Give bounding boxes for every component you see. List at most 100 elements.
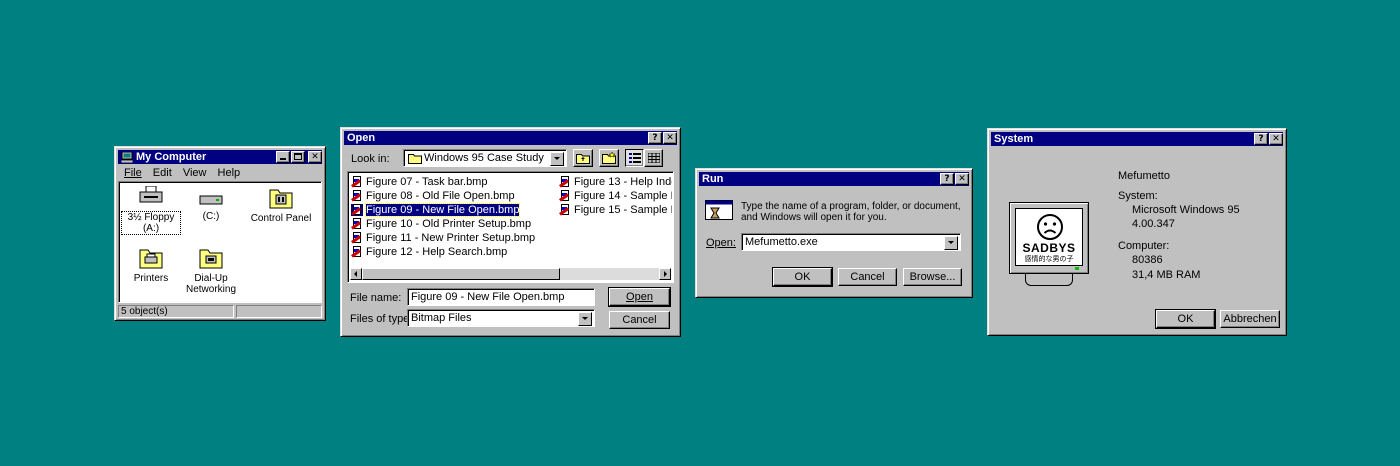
item-label: (C:) [202, 211, 220, 222]
bitmap-file-icon [559, 204, 571, 216]
cpu-type: 80386 [1132, 254, 1163, 266]
minimize-button[interactable] [276, 151, 290, 163]
list-item[interactable]: Figure 10 - Old Printer Setup.bmp [351, 218, 531, 230]
item-label: Control Panel [250, 213, 312, 224]
second-column-clip: Figure 13 - Help Index.bmp Figure 14 - S… [559, 172, 672, 264]
run-titlebar[interactable]: Run ? ✕ [699, 172, 969, 186]
maximize-button[interactable] [291, 151, 305, 163]
logo-subtext: 感情的な男の子 [1024, 255, 1074, 263]
browse-button[interactable]: Browse... [903, 268, 962, 286]
desktop-item-floppy[interactable]: 3½ Floppy (A:) [121, 185, 181, 235]
run-icon [705, 200, 733, 220]
cancel-button[interactable]: Abbrechen [1220, 310, 1280, 328]
open-dialog: Open ? ✕ Look in: Windows 95 Case Study … [340, 127, 681, 337]
icon-view-area: 3½ Floppy (A:) (C:) Control Panel Printe… [118, 181, 322, 303]
list-view-button[interactable] [625, 149, 644, 167]
list-item-selected[interactable]: Figure 09 - New File Open.bmp [351, 203, 521, 217]
help-button[interactable]: ? [1254, 133, 1268, 145]
system-version: 4.00.347 [1132, 218, 1175, 230]
status-text: 5 object(s) [121, 306, 168, 317]
help-button[interactable]: ? [940, 173, 954, 185]
my-computer-titlebar[interactable]: My Computer ✕ [118, 150, 322, 164]
chevron-down-icon[interactable] [944, 236, 958, 250]
list-item[interactable]: Figure 14 - Sample Databa [559, 190, 672, 202]
system-name: Microsoft Windows 95 [1132, 204, 1240, 216]
file-name-label: File name: [350, 292, 402, 304]
status-bar: 5 object(s) [118, 305, 234, 318]
help-button[interactable]: ? [648, 132, 662, 144]
ok-button[interactable]: OK [1155, 309, 1216, 329]
scroll-thumb[interactable] [362, 268, 560, 280]
desktop-item-printers[interactable]: Printers [121, 244, 181, 284]
item-label: Dial-Up Networking [185, 273, 237, 295]
folder-icon [408, 154, 422, 164]
list-item[interactable]: Figure 13 - Help Index.bmp [559, 176, 672, 188]
computer-icon [121, 151, 133, 163]
menu-help[interactable]: Help [218, 167, 241, 179]
window-title: Run [702, 173, 724, 185]
look-in-label: Look in: [351, 153, 390, 165]
close-button[interactable]: ✕ [955, 173, 969, 185]
close-button[interactable]: ✕ [308, 151, 322, 163]
bitmap-file-icon [351, 232, 363, 244]
scroll-left-button[interactable] [350, 268, 362, 280]
list-item[interactable]: Figure 07 - Task bar.bmp [351, 176, 487, 188]
file-list: Figure 07 - Task bar.bmp Figure 08 - Old… [347, 171, 674, 283]
system-titlebar[interactable]: System ? ✕ [991, 132, 1283, 146]
desktop-item-c-drive[interactable]: (C:) [181, 190, 241, 222]
desktop-item-dialup[interactable]: Dial-Up Networking [181, 244, 241, 295]
list-item[interactable]: Figure 11 - New Printer Setup.bmp [351, 232, 535, 244]
scroll-right-button[interactable] [659, 268, 671, 280]
close-button[interactable]: ✕ [663, 132, 677, 144]
folder-up-icon [576, 154, 590, 164]
system-logo: SADBYS 感情的な男の子 [1009, 202, 1089, 292]
open-titlebar[interactable]: Open ? ✕ [344, 131, 677, 145]
floppy-drive-icon [139, 185, 163, 203]
cancel-button[interactable]: Cancel [838, 268, 897, 286]
new-folder-button[interactable] [599, 149, 619, 167]
list-view-icon [628, 153, 641, 163]
window-title: System [994, 133, 1034, 145]
chevron-down-icon[interactable] [550, 152, 564, 166]
ok-button[interactable]: OK [772, 267, 833, 287]
bitmap-file-icon [351, 204, 363, 216]
run-dialog: Run ? ✕ Type the name of a program, fold… [695, 168, 973, 298]
list-item[interactable]: Figure 12 - Help Search.bmp [351, 246, 507, 258]
computer-label: Computer: [1118, 240, 1170, 252]
desktop-item-control-panel[interactable]: Control Panel [241, 184, 321, 224]
look-in-dropdown[interactable]: Windows 95 Case Study [403, 149, 567, 167]
list-item[interactable]: Figure 15 - Sample Databa [559, 204, 672, 216]
file-name-input[interactable]: Figure 09 - New File Open.bmp [407, 288, 595, 306]
close-button[interactable]: ✕ [1269, 133, 1283, 145]
menu-bar: File Edit View Help [124, 167, 248, 179]
monitor-screen: SADBYS 感情的な男の子 [1015, 208, 1083, 266]
menu-file[interactable]: File [124, 167, 142, 179]
bitmap-file-icon [351, 246, 363, 258]
item-label: 3½ Floppy (A:) [121, 211, 181, 235]
bitmap-file-icon [559, 176, 571, 188]
details-view-button[interactable] [644, 149, 663, 167]
printers-folder-icon [139, 249, 163, 269]
item-label: Printers [133, 273, 169, 284]
bitmap-file-icon [559, 190, 571, 202]
look-in-value: Windows 95 Case Study [424, 152, 544, 164]
menu-view[interactable]: View [183, 167, 207, 179]
menu-edit[interactable]: Edit [153, 167, 172, 179]
bitmap-file-icon [351, 218, 363, 230]
list-item[interactable]: Figure 08 - Old File Open.bmp [351, 190, 515, 202]
window-title: My Computer [136, 151, 207, 163]
open-button[interactable]: Open [608, 287, 671, 307]
open-command-input[interactable]: Mefumetto.exe [741, 233, 961, 251]
ram-amount: 31,4 MB RAM [1132, 269, 1201, 281]
chevron-down-icon[interactable] [578, 312, 592, 326]
horizontal-scrollbar[interactable] [350, 268, 671, 280]
details-view-icon [647, 153, 660, 163]
up-one-level-button[interactable] [573, 149, 593, 167]
files-of-type-dropdown[interactable]: Bitmap Files [407, 309, 595, 327]
new-folder-icon [602, 152, 616, 164]
cancel-button[interactable]: Cancel [609, 311, 670, 329]
control-panel-folder-icon [269, 189, 293, 209]
registered-user: Mefumetto [1118, 170, 1170, 182]
system-label: System: [1118, 190, 1158, 202]
open-label: Open: [706, 237, 736, 249]
